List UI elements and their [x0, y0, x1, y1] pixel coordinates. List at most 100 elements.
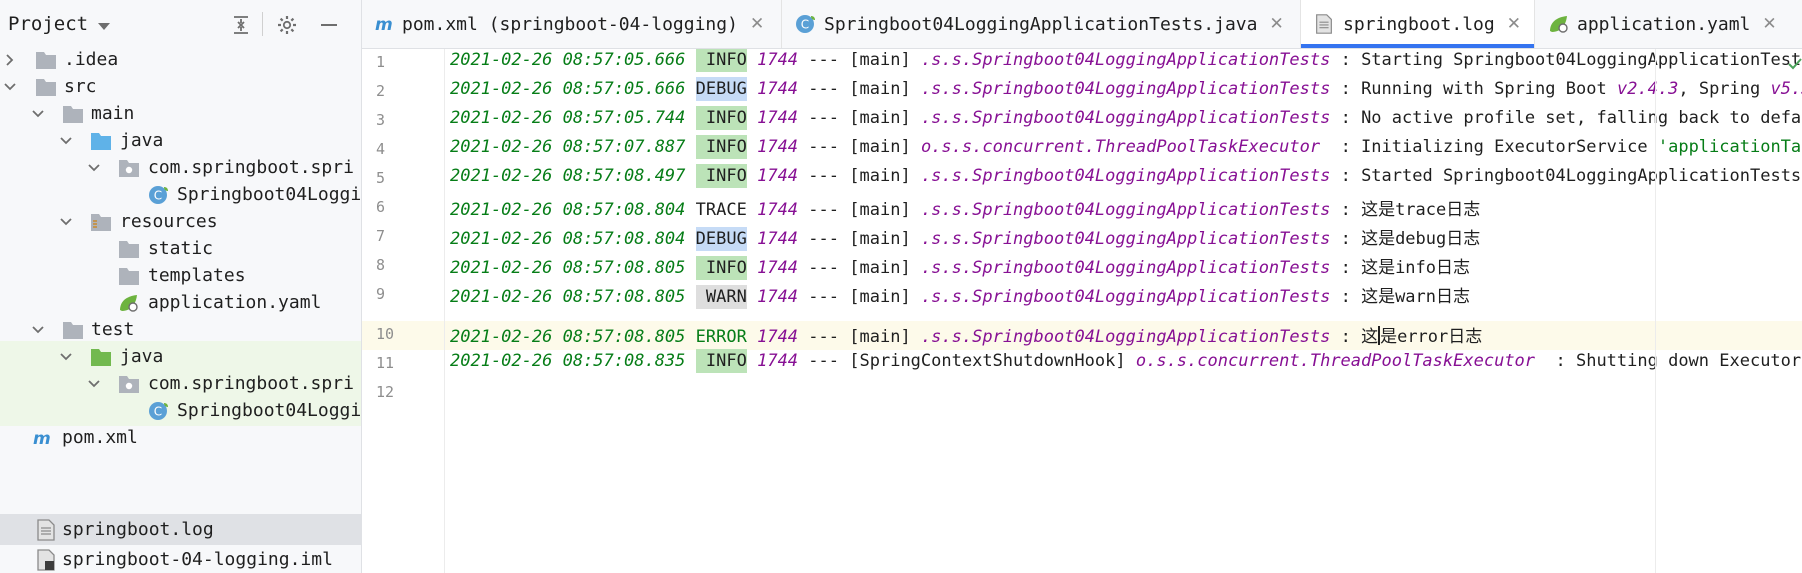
log-level-trace: TRACE: [695, 200, 747, 220]
log-pid: 1744: [757, 137, 799, 157]
log-message: : 这是warn日志: [1340, 287, 1471, 307]
tree-item-label: com.springboot.spri: [148, 157, 354, 178]
line-number: 12: [376, 383, 395, 401]
tree-item-label: Springboot04Loggi: [177, 184, 362, 205]
chevron-down-icon[interactable]: [86, 376, 102, 392]
chevron-down-icon[interactable]: [30, 106, 46, 122]
chevron-down-icon[interactable]: [58, 349, 74, 365]
tab-label: springboot.log: [1343, 13, 1495, 35]
tree-item-iml[interactable]: springboot-04-logging.iml: [0, 544, 361, 573]
log-timestamp: 2021-02-26 08:57:08.805: [450, 258, 686, 278]
tree-item-label: springboot-04-logging.iml: [62, 549, 333, 570]
log-pid: 1744: [757, 79, 799, 99]
log-separator: ---: [808, 137, 840, 157]
log-timestamp: 2021-02-26 08:57:08.805: [450, 327, 686, 347]
log-message: : Running with Spring Boot: [1340, 79, 1617, 99]
log-pid: 1744: [757, 50, 799, 70]
tab-pom-xml[interactable]: m pom.xml (springboot-04-logging) ✕: [362, 0, 782, 48]
project-header: Project: [0, 0, 361, 48]
log-timestamp: 2021-02-26 08:57:08.804: [450, 229, 686, 249]
svg-text:m: m: [375, 15, 393, 35]
check-icon: [1788, 58, 1802, 70]
chevron-down-icon[interactable]: [58, 133, 74, 149]
log-pid: 1744: [757, 200, 799, 220]
tree-item-springboot-log[interactable]: springboot.log: [0, 514, 361, 545]
source-folder-icon: [91, 132, 111, 150]
log-logger: o.s.s.concurrent.ThreadPoolTaskExecutor: [920, 137, 1341, 157]
chevron-down-icon[interactable]: [58, 214, 74, 230]
tree-item-label: pom.xml: [62, 427, 138, 448]
log-logger: .s.s.Springboot04LoggingApplicationTests: [920, 229, 1331, 249]
log-pid: 1744: [757, 287, 799, 307]
log-pid: 1744: [757, 327, 799, 347]
log-separator: ---: [808, 351, 840, 371]
package-icon: [119, 375, 139, 393]
close-icon[interactable]: ✕: [1507, 14, 1521, 34]
chevron-down-icon[interactable]: [2, 79, 18, 95]
tree-item-label: java: [120, 130, 164, 151]
log-level-info: INFO: [695, 49, 747, 72]
log-line: 2021-02-26 08:57:08.805 ERROR 1744 --- […: [450, 322, 1482, 347]
folder-icon: [36, 51, 56, 69]
log-pid: 1744: [757, 108, 799, 128]
log-separator: ---: [808, 50, 840, 70]
tree-item-label: springboot.log: [62, 519, 214, 540]
minimize-icon[interactable]: [318, 14, 340, 36]
log-line: 2021-02-26 08:57:08.805 INFO 1744 --- [m…: [450, 253, 1470, 280]
tree-item-label: com.springboot.spri: [148, 373, 354, 394]
line-number: 6: [376, 198, 386, 216]
log-thread: [main]: [849, 79, 911, 99]
chevron-down-icon[interactable]: [30, 322, 46, 338]
close-icon[interactable]: ✕: [1269, 14, 1283, 34]
log-level-info: INFO: [695, 106, 747, 130]
log-level-warn: WARN: [695, 285, 747, 309]
project-view-selector[interactable]: Project: [0, 13, 111, 35]
tree-item-label: application.yaml: [148, 292, 322, 313]
log-editor[interactable]: 1 2 3 4 5 6 7 8 9 10 11 12 2021-02-26 08…: [362, 49, 1802, 573]
line-number: 1: [376, 53, 386, 71]
folder-icon: [119, 267, 139, 285]
tree-item-label: static: [148, 238, 214, 259]
tab-tests-java[interactable]: C Springboot04LoggingApplicationTests.ja…: [782, 0, 1301, 48]
chevron-down-icon: [98, 23, 111, 30]
spring-config-icon: [120, 294, 138, 312]
project-title: Project: [8, 13, 89, 35]
tab-application-yaml[interactable]: application.yaml ✕: [1535, 0, 1802, 48]
log-line: 2021-02-26 08:57:08.804 DEBUG 1744 --- […: [450, 224, 1481, 251]
folder-icon: [63, 321, 83, 339]
tree-item-label: .idea: [64, 49, 119, 70]
gear-icon[interactable]: [276, 14, 298, 36]
collapse-all-icon[interactable]: [230, 14, 252, 36]
svg-text:C: C: [154, 404, 162, 418]
editor-tabs: m pom.xml (springboot-04-logging) ✕ C Sp…: [362, 0, 1802, 49]
log-line: 2021-02-26 08:57:08.497 INFO 1744 --- [m…: [450, 164, 1802, 188]
log-separator: ---: [808, 327, 840, 347]
chevron-down-icon[interactable]: [86, 160, 102, 176]
log-timestamp: 2021-02-26 08:57:05.666: [450, 79, 686, 99]
log-thread: [main]: [849, 258, 911, 278]
text-file-icon: [1316, 14, 1332, 34]
log-line: 2021-02-26 08:57:08.805 WARN 1744 --- [m…: [450, 282, 1471, 309]
close-icon[interactable]: ✕: [1762, 14, 1776, 34]
log-logger: .s.s.Springboot04LoggingApplicationTests: [920, 200, 1331, 220]
header-divider: [262, 12, 263, 36]
log-thread: [main]: [849, 287, 911, 307]
log-logger: .s.s.Springboot04LoggingApplicationTests: [920, 108, 1331, 128]
tree-item-label: test: [91, 319, 135, 340]
log-pid: 1744: [757, 258, 799, 278]
tab-springboot-log[interactable]: springboot.log ✕: [1301, 0, 1535, 48]
chevron-right-icon[interactable]: [2, 52, 18, 68]
log-thread: [main]: [849, 229, 911, 249]
log-message: : 这是debug日志: [1340, 229, 1481, 249]
tree-item-pom[interactable]: m pom.xml: [0, 422, 361, 453]
line-number: 5: [376, 169, 386, 187]
tree-item-label: resources: [120, 211, 218, 232]
log-version: v2.4.3: [1616, 79, 1679, 99]
close-icon[interactable]: ✕: [750, 14, 764, 34]
log-thread: [main]: [849, 200, 911, 220]
log-logger: .s.s.Springboot04LoggingApplicationTests: [920, 166, 1331, 186]
log-line: 2021-02-26 08:57:05.744 INFO 1744 --- [m…: [450, 106, 1802, 130]
tree-item-label: src: [64, 76, 97, 97]
log-timestamp: 2021-02-26 08:57:08.804: [450, 200, 686, 220]
line-number-gutter: 1 2 3 4 5 6 7 8 9 10 11 12: [362, 49, 445, 573]
